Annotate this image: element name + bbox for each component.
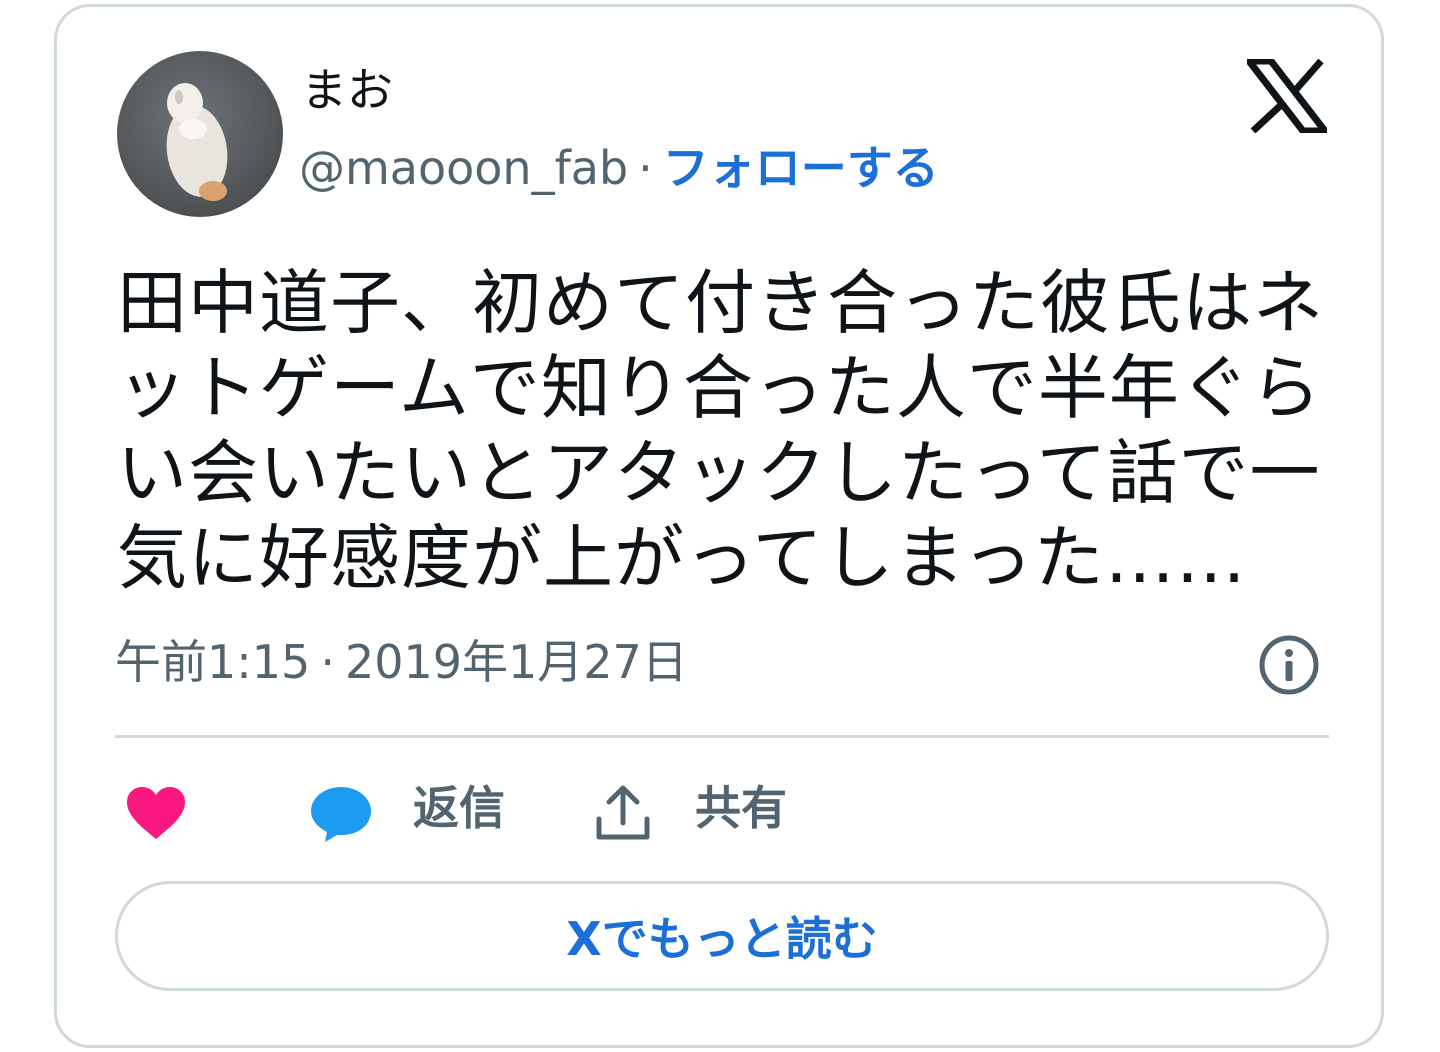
separator-dot: · xyxy=(638,141,653,195)
heart-icon[interactable] xyxy=(125,785,187,841)
upload-share-icon[interactable] xyxy=(593,783,653,843)
tweet-time[interactable]: 午前1:15 xyxy=(115,635,310,689)
follow-link[interactable]: フォローする xyxy=(663,141,939,195)
divider xyxy=(115,735,1329,738)
tweet-date[interactable]: 2019年1月27日 xyxy=(345,635,688,689)
handle-row: @maooon_fab · フォローする xyxy=(299,145,939,191)
share-button-label[interactable]: 共有 xyxy=(695,785,787,831)
tweet-text: 田中道子、初めて付き合った彼氏はネットゲームで知り合った人で半年ぐらい会いたいと… xyxy=(117,262,1324,599)
avatar-cat-image xyxy=(166,83,228,201)
timestamp-row[interactable]: 午前1:15 · 2019年1月27日 xyxy=(115,639,688,685)
user-handle[interactable]: @maooon_fab xyxy=(299,141,628,195)
reply-button-label[interactable]: 返信 xyxy=(413,785,505,831)
avatar[interactable] xyxy=(117,51,283,217)
embedded-tweet-card: まお @maooon_fab · フォローする 田中道子、初めて付き合った彼氏はネッ… xyxy=(54,4,1384,1048)
timestamp-separator: · xyxy=(320,635,335,689)
display-name[interactable]: まお xyxy=(301,67,393,113)
x-logo-icon[interactable] xyxy=(1247,59,1327,133)
read-more-on-x-button[interactable]: Xでもっと読む xyxy=(115,881,1329,991)
info-icon[interactable] xyxy=(1257,633,1321,697)
speech-bubble-icon[interactable] xyxy=(309,785,373,843)
